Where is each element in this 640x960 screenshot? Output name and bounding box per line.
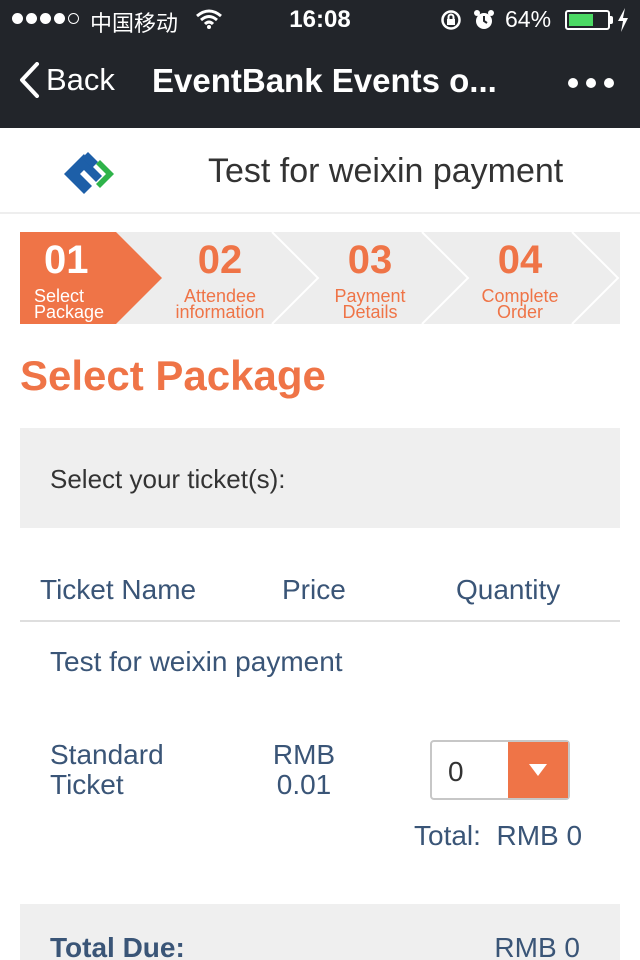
total-due-amount: RMB 0 [494, 932, 580, 960]
checkout-steps: 01 Select Package 02 Attendee information … [20, 232, 620, 324]
section-title: Select Package [20, 352, 326, 399]
column-ticket-name: Ticket Name [40, 574, 197, 605]
page-title: EventBank Events o... [152, 62, 497, 99]
step-complete-order[interactable]: 04 Complete Order [445, 232, 595, 324]
column-price: Price [282, 574, 346, 605]
battery-icon [565, 10, 610, 30]
column-quantity: Quantity [456, 574, 561, 605]
ticket-name: Standard Ticket [50, 739, 164, 800]
quantity-value: 0 [448, 756, 464, 787]
back-label: Back [46, 62, 115, 97]
total-due-bar: Total Due: RMB 0 [20, 904, 620, 960]
ticket-total: Total: RMB 0 [414, 820, 583, 851]
step-number: 04 [497, 238, 543, 282]
quantity-dropdown-button[interactable] [508, 742, 568, 798]
rotation-lock-icon [441, 10, 461, 30]
package-name: Test for weixin payment [50, 646, 343, 677]
more-options-button[interactable] [568, 78, 614, 88]
table-header: Ticket Name Price Quantity [20, 560, 620, 622]
event-title: Test for weixin payment [208, 152, 564, 190]
eventbank-logo-icon [64, 152, 114, 194]
step-attendee-information[interactable]: 02 Attendee information [145, 232, 295, 324]
back-button[interactable]: Back [18, 62, 115, 98]
quantity-select[interactable]: 0 [430, 740, 570, 800]
ticket-prompt-box: Select your ticket(s): [20, 428, 620, 528]
step-label: Complete Order [481, 286, 559, 322]
step-number: 02 [197, 238, 243, 282]
battery-nub [610, 16, 613, 24]
caret-down-icon [529, 764, 547, 776]
ticket-price: RMB 0.01 [272, 739, 336, 800]
ticket-prompt: Select your ticket(s): [50, 464, 286, 494]
more-dot-icon [568, 78, 578, 88]
step-label: Payment Details [334, 286, 406, 322]
total-due-label: Total Due: [50, 932, 185, 960]
step-payment-details[interactable]: 03 Payment Details [295, 232, 445, 324]
alarm-icon [474, 10, 494, 29]
step-number: 03 [347, 238, 393, 282]
more-dot-icon [604, 78, 614, 88]
battery-percent: 64% [505, 6, 552, 32]
event-header: Test for weixin payment [0, 128, 640, 214]
step-label: Attendee information [175, 286, 265, 322]
charging-icon [618, 8, 628, 32]
navigation-bar: Back EventBank Events o... [0, 40, 640, 128]
more-dot-icon [586, 78, 596, 88]
chevron-left-icon [20, 62, 39, 98]
status-bar: 中国移动 16:08 64% [0, 0, 640, 40]
